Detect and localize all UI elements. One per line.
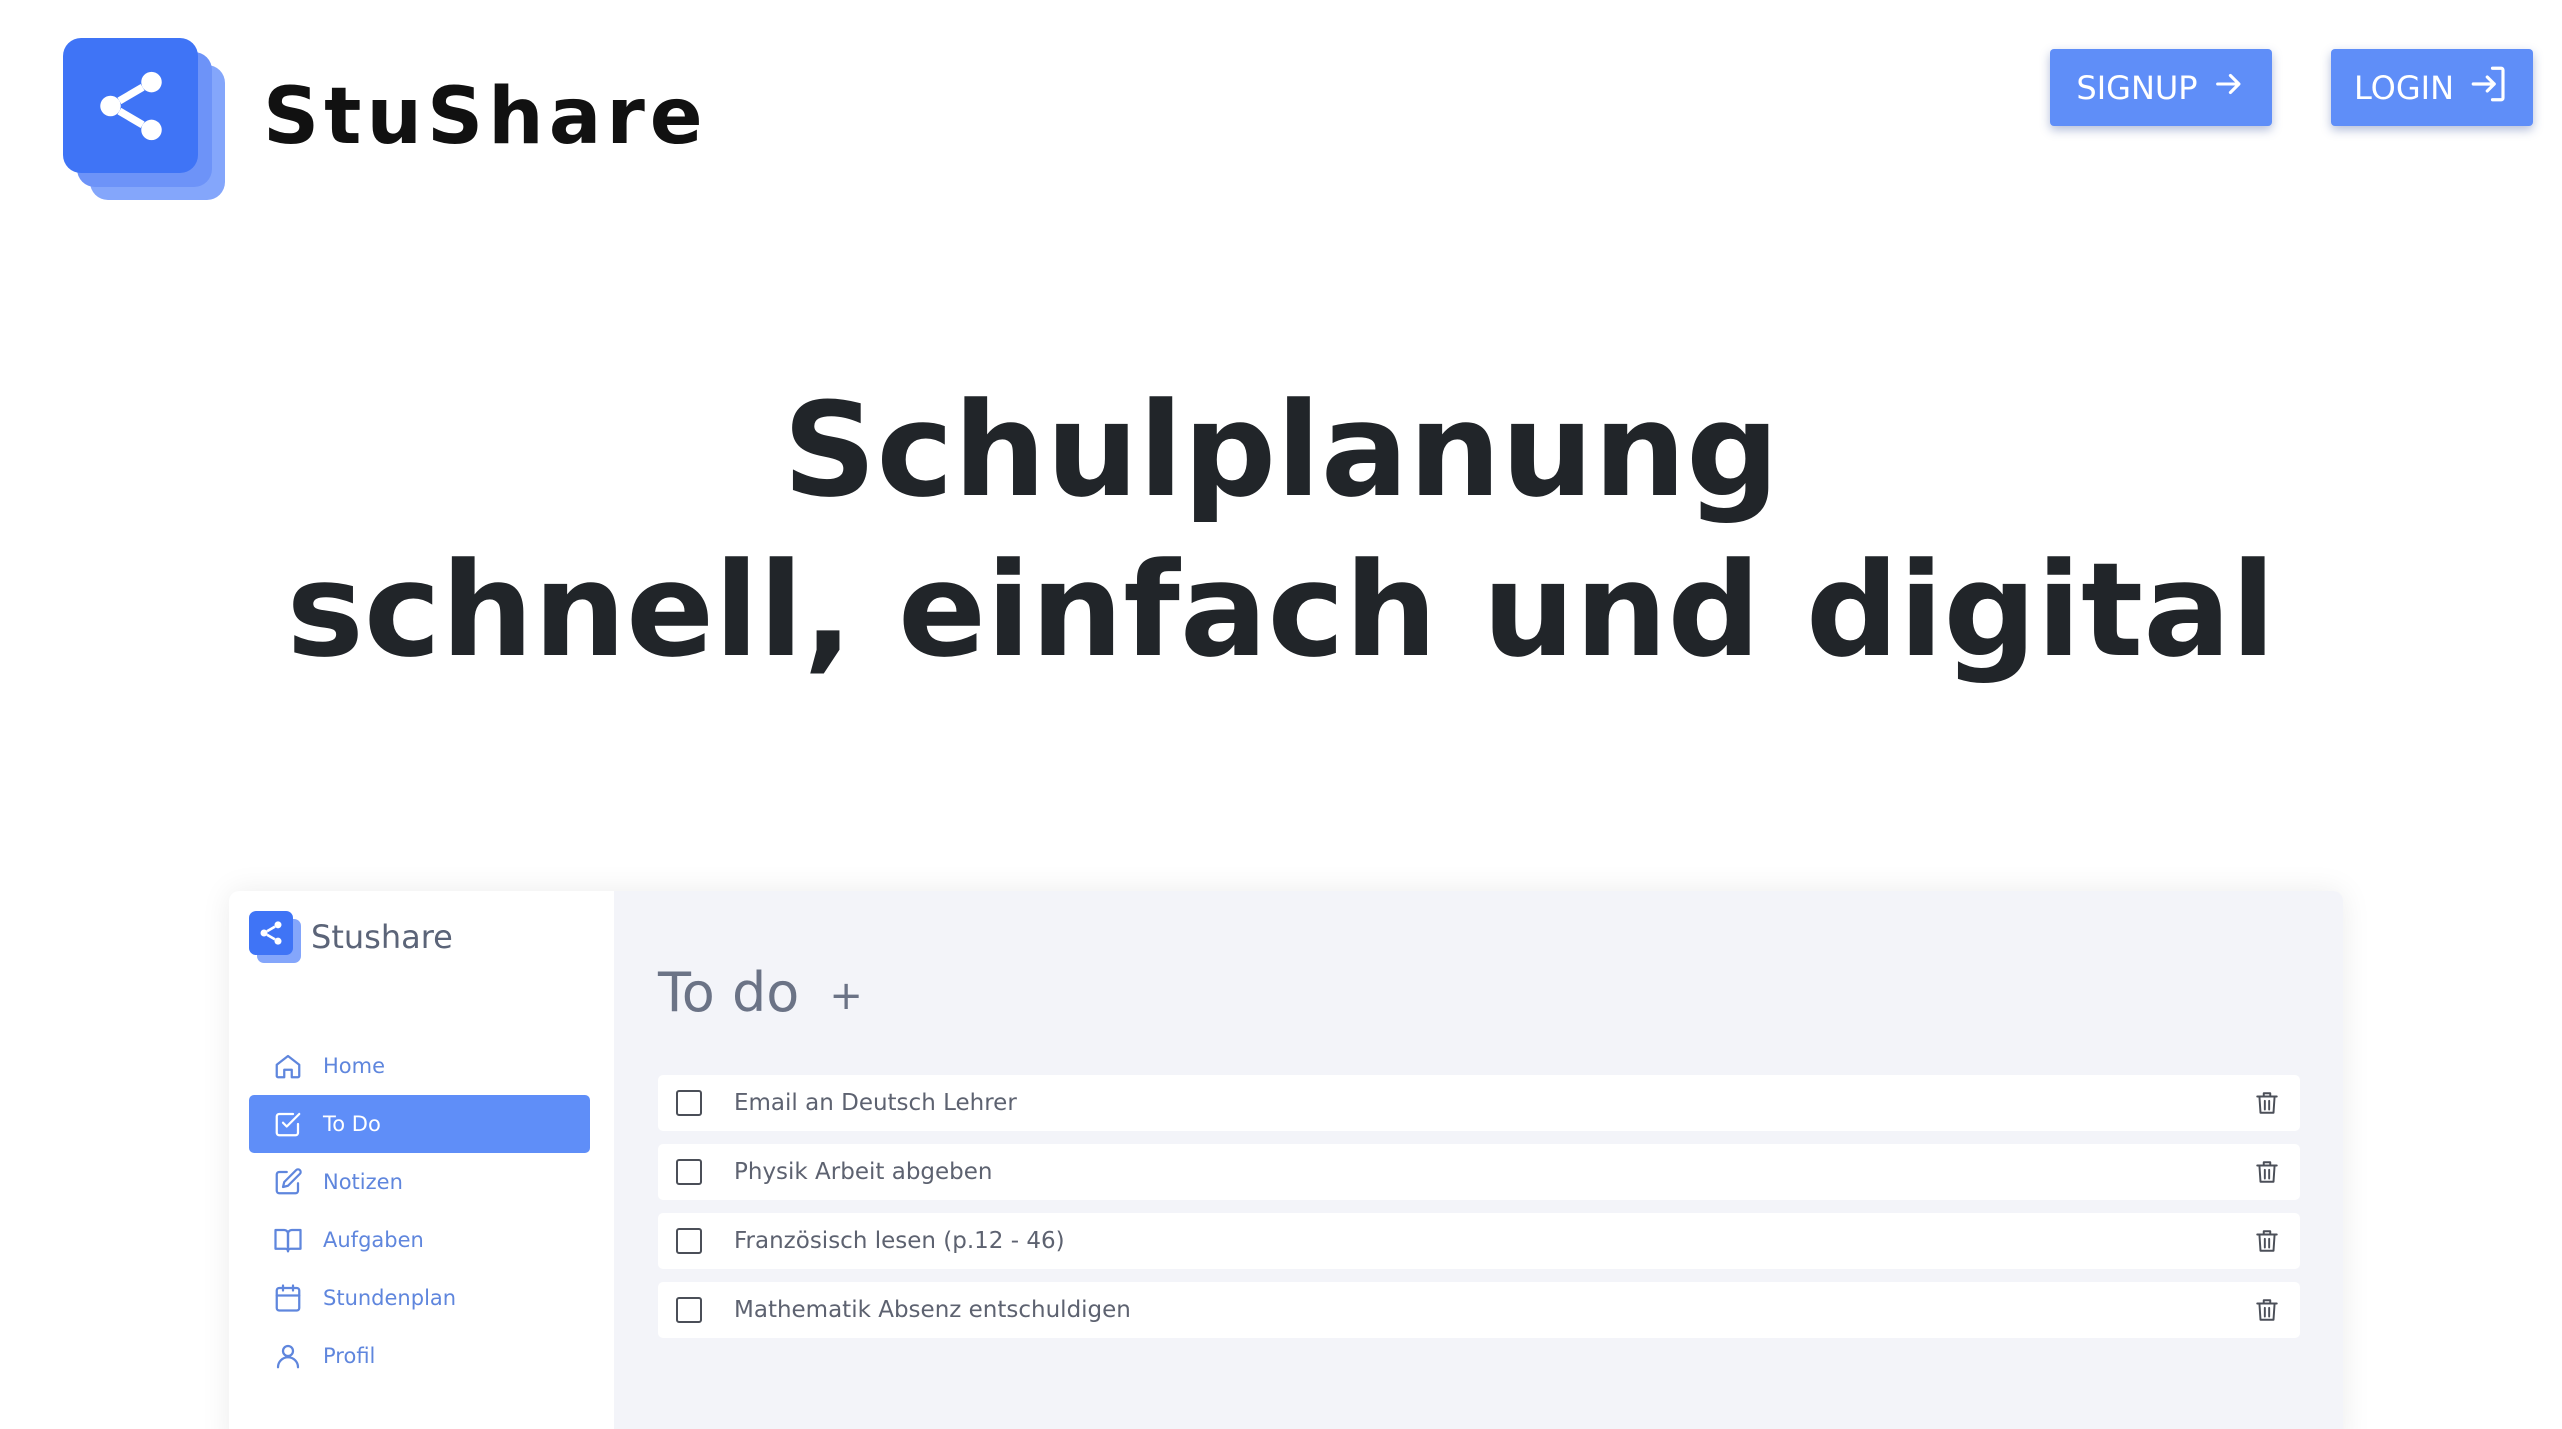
trash-icon[interactable]	[2252, 1293, 2282, 1327]
login-button[interactable]: LOGIN	[2331, 49, 2533, 126]
sidebar-brand[interactable]: Stushare	[249, 911, 453, 963]
sidebar-nav: Home To Do Notizen Aufgaben Stundenplan …	[249, 1037, 590, 1385]
todo-item: Französisch lesen (p.12 - 46)	[658, 1213, 2300, 1269]
todo-header: To do +	[658, 961, 863, 1024]
calendar-icon	[271, 1281, 305, 1315]
sidebar-item-label: To Do	[323, 1112, 381, 1136]
signup-label: SIGNUP	[2076, 68, 2198, 107]
todo-text: Französisch lesen (p.12 - 46)	[734, 1228, 1065, 1254]
share-icon	[249, 911, 293, 955]
sidebar-brand-name: Stushare	[311, 918, 453, 956]
hero-heading: Schulplanung schnell, einfach und digita…	[0, 370, 2562, 690]
share-icon	[63, 38, 198, 173]
arrow-right-icon	[2212, 67, 2246, 109]
logo	[63, 38, 225, 200]
sidebar: Stushare Home To Do Notizen Aufgaben Stu…	[229, 891, 614, 1429]
add-todo-button[interactable]: +	[829, 973, 863, 1019]
checkbox-icon	[271, 1107, 305, 1141]
sidebar-item-label: Profil	[323, 1344, 376, 1368]
main-content: To do + Email an Deutsch Lehrer Physik A…	[658, 891, 2343, 1429]
landing-page: StuShare SIGNUP LOGIN Schulplanung schne…	[0, 0, 2562, 1429]
login-icon	[2468, 63, 2510, 113]
trash-icon[interactable]	[2252, 1155, 2282, 1189]
todo-text: Email an Deutsch Lehrer	[734, 1090, 1017, 1116]
todo-checkbox[interactable]	[676, 1159, 702, 1185]
hero-line-1: Schulplanung	[782, 374, 1780, 526]
login-label: LOGIN	[2353, 68, 2455, 107]
sidebar-item-todo[interactable]: To Do	[249, 1095, 590, 1153]
todo-item: Email an Deutsch Lehrer	[658, 1075, 2300, 1131]
sidebar-item-notizen[interactable]: Notizen	[249, 1153, 590, 1211]
sidebar-item-stundenplan[interactable]: Stundenplan	[249, 1269, 590, 1327]
book-icon	[271, 1223, 305, 1257]
sidebar-item-home[interactable]: Home	[249, 1037, 590, 1095]
todo-item: Mathematik Absenz entschuldigen	[658, 1282, 2300, 1338]
sidebar-item-label: Aufgaben	[323, 1228, 424, 1252]
brand[interactable]: StuShare	[63, 38, 708, 200]
todo-checkbox[interactable]	[676, 1297, 702, 1323]
trash-icon[interactable]	[2252, 1086, 2282, 1120]
todo-checkbox[interactable]	[676, 1090, 702, 1116]
page-title: To do	[658, 961, 800, 1024]
todo-list: Email an Deutsch Lehrer Physik Arbeit ab…	[658, 1075, 2300, 1351]
todo-item: Physik Arbeit abgeben	[658, 1144, 2300, 1200]
todo-text: Mathematik Absenz entschuldigen	[734, 1297, 1131, 1323]
user-icon	[271, 1339, 305, 1373]
hero-line-2: schnell, einfach und digital	[286, 534, 2276, 686]
app-preview: Stushare Home To Do Notizen Aufgaben Stu…	[229, 891, 2343, 1429]
edit-icon	[271, 1165, 305, 1199]
mini-logo	[249, 911, 301, 963]
sidebar-item-label: Home	[323, 1054, 386, 1078]
sidebar-item-profil[interactable]: Profil	[249, 1327, 590, 1385]
sidebar-item-label: Stundenplan	[323, 1286, 457, 1310]
sidebar-item-label: Notizen	[323, 1170, 403, 1194]
brand-name: StuShare	[263, 72, 708, 162]
signup-button[interactable]: SIGNUP	[2050, 49, 2272, 126]
home-icon	[271, 1049, 305, 1083]
todo-text: Physik Arbeit abgeben	[734, 1159, 993, 1185]
todo-checkbox[interactable]	[676, 1228, 702, 1254]
trash-icon[interactable]	[2252, 1224, 2282, 1258]
sidebar-item-aufgaben[interactable]: Aufgaben	[249, 1211, 590, 1269]
